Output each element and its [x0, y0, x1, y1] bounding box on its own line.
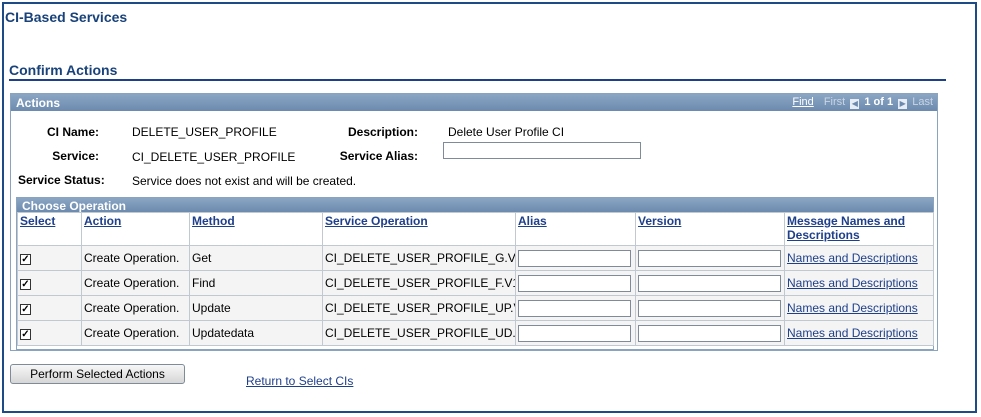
select-checkbox[interactable]: ✓ — [20, 279, 31, 290]
choose-operation-grid: Choose Operation Select Action Method Se… — [16, 197, 934, 350]
operations-table: Select Action Method Service Operation A… — [17, 212, 934, 346]
names-and-descriptions-link[interactable]: Names and Descriptions — [787, 301, 918, 315]
table-row: ✓ Create Operation. Update CI_DELETE_USE… — [17, 295, 934, 321]
action-cell: Create Operation. — [81, 270, 190, 296]
column-header-action[interactable]: Action — [81, 212, 190, 246]
alias-input[interactable] — [518, 299, 631, 317]
service-value: CI_DELETE_USER_PROFILE — [132, 150, 296, 164]
names-and-descriptions-link[interactable]: Names and Descriptions — [787, 251, 918, 265]
alias-input[interactable] — [518, 249, 631, 267]
service-status-label: Service Status: — [18, 173, 105, 187]
method-cell: Get — [189, 245, 323, 271]
method-cell: Updatedata — [189, 320, 323, 346]
actions-label: Actions — [16, 96, 61, 110]
version-input[interactable] — [638, 249, 781, 267]
actions-panel: Actions Find First ◀ 1 of 1 ▶ Last CI Na… — [10, 93, 938, 351]
names-and-descriptions-link[interactable]: Names and Descriptions — [787, 276, 918, 290]
ci-name-value: DELETE_USER_PROFILE — [132, 125, 277, 139]
service-label: Service: — [52, 149, 99, 163]
table-row: ✓ Create Operation. Updatedata CI_DELETE… — [17, 320, 934, 346]
section-divider — [9, 79, 946, 81]
service-operation-cell: CI_DELETE_USER_PROFILE_UD.V1 — [322, 320, 516, 346]
service-alias-input[interactable] — [443, 142, 641, 159]
table-row: ✓ Create Operation. Find CI_DELETE_USER_… — [17, 270, 934, 296]
service-alias-label: Service Alias: — [339, 149, 418, 163]
description-label: Description: — [347, 125, 418, 139]
service-operation-cell: CI_DELETE_USER_PROFILE_F.V1 — [322, 270, 516, 296]
first-label: First — [823, 96, 846, 108]
column-header-service-operation[interactable]: Service Operation — [322, 212, 516, 246]
service-status-value: Service does not exist and will be creat… — [132, 174, 357, 188]
description-value: Delete User Profile CI — [448, 125, 565, 139]
select-checkbox[interactable]: ✓ — [20, 304, 31, 315]
choose-operation-header: Choose Operation — [17, 198, 933, 213]
next-arrow-icon[interactable]: ▶ — [898, 99, 908, 109]
page-title: CI-Based Services — [5, 9, 128, 25]
version-input[interactable] — [638, 324, 781, 342]
actions-header: Actions Find First ◀ 1 of 1 ▶ Last — [11, 94, 937, 111]
service-operation-cell: CI_DELETE_USER_PROFILE_G.V1 — [322, 245, 516, 271]
method-cell: Update — [189, 295, 323, 321]
column-header-version[interactable]: Version — [635, 212, 785, 246]
select-checkbox[interactable]: ✓ — [20, 254, 31, 265]
method-cell: Find — [189, 270, 323, 296]
action-cell: Create Operation. — [81, 320, 190, 346]
table-header-row: Select Action Method Service Operation A… — [17, 212, 934, 246]
choose-operation-label: Choose Operation — [22, 199, 127, 213]
perform-selected-actions-button[interactable]: Perform Selected Actions — [10, 364, 185, 384]
column-header-select[interactable]: Select — [17, 212, 82, 246]
column-header-method[interactable]: Method — [189, 212, 323, 246]
select-checkbox[interactable]: ✓ — [20, 329, 31, 340]
find-link[interactable]: Find — [792, 96, 813, 108]
table-row: ✓ Create Operation. Get CI_DELETE_USER_P… — [17, 245, 934, 271]
version-input[interactable] — [638, 274, 781, 292]
return-to-select-cis-link[interactable]: Return to Select CIs — [246, 374, 353, 388]
version-input[interactable] — [638, 299, 781, 317]
alias-input[interactable] — [518, 274, 631, 292]
column-header-alias[interactable]: Alias — [515, 212, 636, 246]
page-count: 1 of 1 — [864, 96, 894, 108]
service-operation-cell: CI_DELETE_USER_PROFILE_UP.V1 — [322, 295, 516, 321]
section-title: Confirm Actions — [9, 62, 118, 78]
alias-input[interactable] — [518, 324, 631, 342]
column-header-message-names[interactable]: Message Names and Descriptions — [784, 212, 934, 246]
action-cell: Create Operation. — [81, 295, 190, 321]
action-cell: Create Operation. — [81, 245, 190, 271]
last-label: Last — [912, 96, 933, 108]
ci-name-label: CI Name: — [46, 125, 99, 139]
pager: Find First ◀ 1 of 1 ▶ Last — [792, 96, 933, 109]
previous-arrow-icon[interactable]: ◀ — [850, 99, 860, 109]
names-and-descriptions-link[interactable]: Names and Descriptions — [787, 326, 918, 340]
